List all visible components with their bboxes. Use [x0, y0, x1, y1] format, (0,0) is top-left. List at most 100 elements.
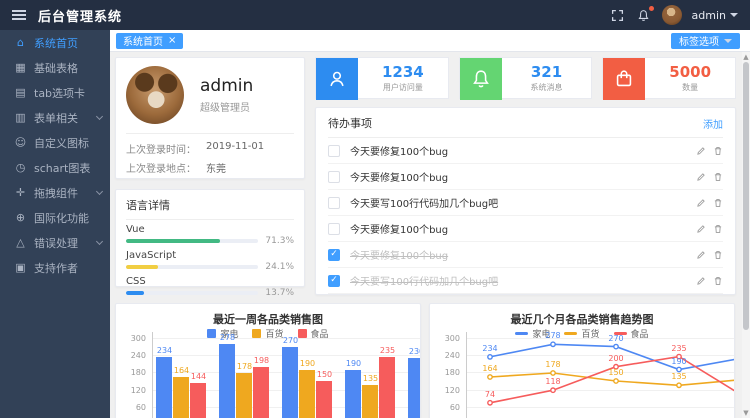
- scroll-up-icon[interactable]: ▲: [742, 52, 750, 62]
- y-axis-label: 240: [118, 351, 146, 360]
- edit-icon[interactable]: [696, 146, 706, 156]
- bar[interactable]: [219, 344, 235, 418]
- profile-info-row: 上次登录地点： 东莞: [126, 160, 294, 175]
- stat-card-0[interactable]: 1234 用户访问量: [315, 57, 449, 99]
- edit-icon[interactable]: [696, 276, 706, 286]
- sidebar-item-0[interactable]: ⌂ 系统首页: [0, 30, 110, 55]
- user-menu[interactable]: admin: [692, 9, 738, 22]
- todo-item-1: 今天要修复100个bug: [328, 164, 723, 190]
- todo-card: 待办事项 添加 今天要修复100个bug 今天要修复100个bug 今天要写10…: [315, 107, 736, 295]
- point-value: 178: [538, 360, 568, 369]
- y-axis-label: 60: [118, 403, 146, 412]
- todo-checkbox[interactable]: [328, 171, 340, 183]
- table-icon: ▦: [14, 61, 27, 74]
- menu-icon[interactable]: [12, 10, 26, 20]
- book-icon: ▣: [14, 261, 27, 274]
- chevron-down-icon: [96, 112, 103, 119]
- scrollbar[interactable]: ▲ ▼: [742, 52, 750, 418]
- scroll-down-icon[interactable]: ▼: [742, 408, 750, 418]
- edit-icon[interactable]: [696, 198, 706, 208]
- sidebar-item-8[interactable]: △ 错误处理: [0, 230, 110, 255]
- sidebar-item-label: 基础表格: [34, 60, 78, 76]
- sidebar-item-label: 表单相关: [34, 110, 78, 126]
- delete-icon[interactable]: [713, 146, 723, 156]
- todo-text: 今天要写100行代码加几个bug吧: [350, 195, 696, 210]
- bar-value: 190: [293, 359, 323, 368]
- sidebar-item-3[interactable]: ▥ 表单相关: [0, 105, 110, 130]
- fullscreen-icon[interactable]: [610, 7, 626, 23]
- username: admin: [692, 9, 726, 22]
- scrollbar-thumb[interactable]: [743, 62, 749, 330]
- todo-checkbox[interactable]: [328, 197, 340, 209]
- drag-icon: ✛: [14, 186, 27, 199]
- bell-icon[interactable]: [636, 7, 652, 23]
- progress-bar: [126, 265, 258, 269]
- language-name: Vue: [126, 224, 145, 235]
- add-todo-link[interactable]: 添加: [703, 116, 723, 131]
- chevron-down-icon: [96, 237, 103, 244]
- info-label: 上次登录时间：: [126, 141, 206, 156]
- todo-text: 今天要修复100个bug: [350, 247, 696, 262]
- todo-checkbox[interactable]: ✓: [328, 249, 340, 261]
- point-value: 278: [538, 331, 568, 340]
- header-actions: admin: [610, 5, 750, 25]
- bar[interactable]: [362, 385, 378, 418]
- stat-card-2[interactable]: 5000 数量: [602, 57, 736, 99]
- bar[interactable]: [236, 373, 252, 418]
- todo-item-2: 今天要写100行代码加几个bug吧: [328, 190, 723, 216]
- point-value: 74: [475, 390, 505, 399]
- language-row: Vue 71.3%: [126, 224, 294, 246]
- bar-value: 235: [373, 346, 403, 355]
- point-value: 150: [601, 368, 631, 377]
- tab-home-label: 系统首页: [123, 33, 163, 48]
- sidebar-item-2[interactable]: ▤ tab选项卡: [0, 80, 110, 105]
- todo-checkbox[interactable]: [328, 145, 340, 157]
- progress-bar: [126, 239, 258, 243]
- sidebar-item-label: 拖拽组件: [34, 185, 78, 201]
- tag-options-button[interactable]: 标签选项: [671, 33, 740, 49]
- point-value: 270: [601, 334, 631, 343]
- bar[interactable]: [379, 357, 395, 418]
- sidebar-item-5[interactable]: ◷ schart图表: [0, 155, 110, 180]
- delete-icon[interactable]: [713, 224, 723, 234]
- edit-icon[interactable]: [696, 172, 706, 182]
- tab-home[interactable]: 系统首页 ×: [116, 33, 183, 49]
- delete-icon[interactable]: [713, 198, 723, 208]
- sidebar-item-9[interactable]: ▣ 支持作者: [0, 255, 110, 280]
- languages-title: 语言详情: [126, 197, 294, 220]
- avatar[interactable]: [662, 5, 682, 25]
- bar[interactable]: [173, 377, 189, 418]
- notification-badge: [649, 6, 654, 11]
- chevron-down-icon: [724, 39, 732, 43]
- bar[interactable]: [282, 347, 298, 418]
- sidebar-item-6[interactable]: ✛ 拖拽组件: [0, 180, 110, 205]
- tabs-icon: ▤: [14, 86, 27, 99]
- todo-checkbox[interactable]: ✓: [328, 275, 340, 287]
- close-icon[interactable]: ×: [168, 36, 176, 46]
- sidebar-item-4[interactable]: ☺ 自定义图标: [0, 130, 110, 155]
- point-value: 190: [664, 357, 694, 366]
- sidebar-item-1[interactable]: ▦ 基础表格: [0, 55, 110, 80]
- delete-icon[interactable]: [713, 172, 723, 182]
- y-axis-label: 120: [118, 386, 146, 395]
- profile-info-row: 上次登录时间： 2019-11-01: [126, 141, 294, 156]
- bar[interactable]: [190, 383, 206, 418]
- chart-title: 最近一周各品类销售图: [116, 311, 420, 327]
- stat-card-1[interactable]: 321 系统消息: [459, 57, 593, 99]
- delete-icon[interactable]: [713, 276, 723, 286]
- chevron-down-icon: [730, 13, 738, 17]
- sidebar-item-label: 错误处理: [34, 235, 78, 251]
- tag-options-label: 标签选项: [679, 33, 719, 48]
- user-icon: [316, 58, 358, 100]
- bar-value: 144: [184, 372, 214, 381]
- tab-bar: 系统首页 × 标签选项: [110, 30, 750, 52]
- todo-checkbox[interactable]: [328, 223, 340, 235]
- edit-icon[interactable]: [696, 224, 706, 234]
- bar[interactable]: [253, 367, 269, 418]
- edit-icon[interactable]: [696, 250, 706, 260]
- bar[interactable]: [316, 381, 332, 418]
- info-value: 2019-11-01: [206, 141, 264, 156]
- delete-icon[interactable]: [713, 250, 723, 260]
- chevron-down-icon: [96, 187, 103, 194]
- sidebar-item-7[interactable]: ⊕ 国际化功能: [0, 205, 110, 230]
